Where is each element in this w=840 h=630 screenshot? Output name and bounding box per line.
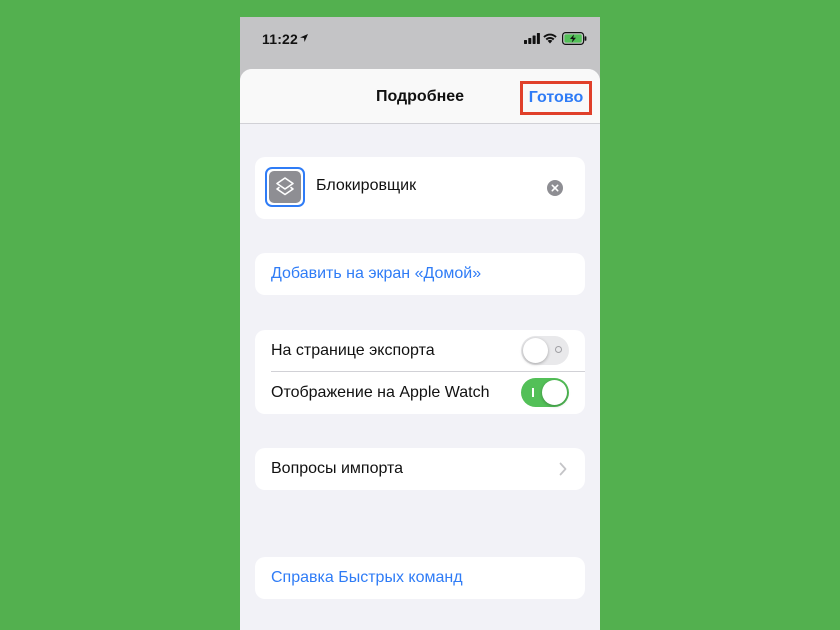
toggle-knob [542,380,567,405]
clear-icon[interactable] [547,180,563,196]
add-to-home-button[interactable]: Добавить на экран «Домой» [271,265,481,283]
phone-screen: 11:22 Подробнее Готово Блокировщик Добав… [240,17,600,630]
share-sheet-row: На странице экспорта [255,330,585,372]
cellular-signal-icon [524,33,540,44]
layers-icon [269,171,301,203]
status-bar: 11:22 [240,17,600,63]
details-sheet: Подробнее Готово Блокировщик Добавить на… [240,69,600,630]
apple-watch-label: Отображение на Apple Watch [271,384,490,401]
apple-watch-toggle[interactable] [521,378,569,407]
location-arrow-icon [300,34,308,42]
add-to-home-group: Добавить на экран «Домой» [255,253,585,295]
navigation-bar: Подробнее Готово [240,69,600,124]
apple-watch-row: Отображение на Apple Watch [255,372,585,414]
shortcut-name-group: Блокировщик [255,157,585,219]
share-sheet-toggle[interactable] [521,336,569,365]
import-questions-label: Вопросы импорта [271,460,404,477]
done-button[interactable]: Готово [520,81,592,115]
shortcut-name-field[interactable]: Блокировщик [316,177,416,195]
shortcuts-help-link[interactable]: Справка Быстрых команд [271,569,463,587]
share-sheet-label: На странице экспорта [271,342,435,359]
status-time: 11:22 [262,31,299,47]
import-questions-row[interactable]: Вопросы импорта [255,448,585,490]
wifi-icon [543,33,557,44]
battery-charging-icon [562,32,587,45]
off-indicator [555,346,562,353]
shortcut-icon-button[interactable] [265,167,305,207]
toggle-knob [523,338,548,363]
help-group: Справка Быстрых команд [255,557,585,599]
on-indicator [532,388,534,397]
chevron-right-icon [559,462,567,476]
toggle-settings-group: На странице экспорта Отображение на Appl… [255,330,585,414]
